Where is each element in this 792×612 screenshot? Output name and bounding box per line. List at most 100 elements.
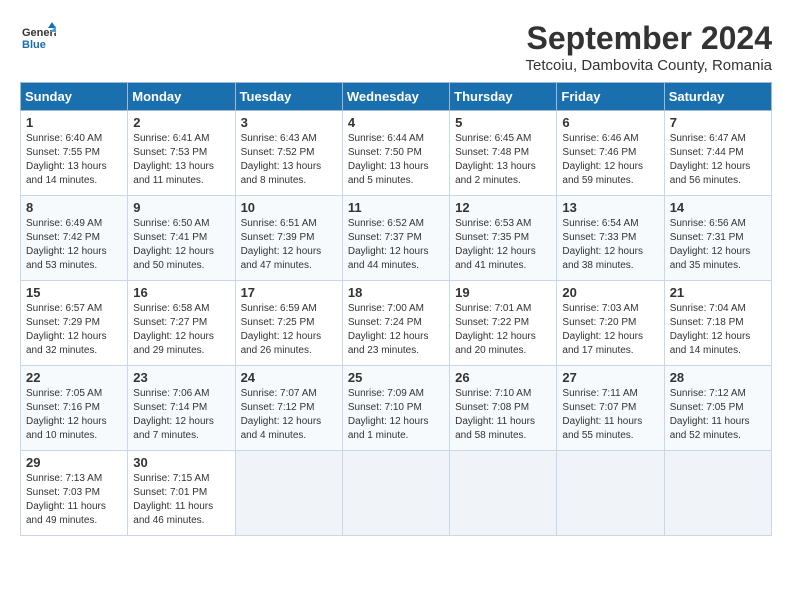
calendar-cell: 3Sunrise: 6:43 AM Sunset: 7:52 PM Daylig…	[235, 111, 342, 196]
day-info: Sunrise: 6:41 AM Sunset: 7:53 PM Dayligh…	[133, 132, 229, 188]
weekday-header-monday: Monday	[128, 83, 235, 111]
day-number: 16	[133, 285, 229, 300]
day-info: Sunrise: 7:06 AM Sunset: 7:14 PM Dayligh…	[133, 387, 229, 443]
svg-text:Blue: Blue	[22, 39, 46, 51]
day-number: 30	[133, 455, 229, 470]
day-info: Sunrise: 6:46 AM Sunset: 7:46 PM Dayligh…	[562, 132, 658, 188]
day-number: 7	[670, 115, 766, 130]
calendar-cell: 6 Sunrise: 6:46 AM Sunset: 7:46 PM Daylig…	[557, 111, 664, 196]
calendar-cell: 9 Sunrise: 6:50 AM Sunset: 7:41 PM Daylig…	[128, 196, 235, 281]
day-number: 10	[241, 200, 337, 215]
day-number: 18	[348, 285, 444, 300]
day-info: Sunrise: 7:12 AM Sunset: 7:05 PM Dayligh…	[670, 387, 766, 443]
calendar-cell: 18 Sunrise: 7:00 AM Sunset: 7:24 PM Dayli…	[342, 281, 449, 366]
day-number: 5	[455, 115, 551, 130]
day-number: 29	[26, 455, 122, 470]
day-info: Sunrise: 6:56 AM Sunset: 7:31 PM Dayligh…	[670, 217, 766, 273]
day-info: Sunrise: 7:13 AM Sunset: 7:03 PM Dayligh…	[26, 472, 122, 528]
weekday-header-sunday: Sunday	[21, 83, 128, 111]
day-info: Sunrise: 6:45 AM Sunset: 7:48 PM Dayligh…	[455, 132, 551, 188]
day-info: Sunrise: 6:47 AM Sunset: 7:44 PM Dayligh…	[670, 132, 766, 188]
calendar-cell	[557, 451, 664, 536]
calendar-cell: 24 Sunrise: 7:07 AM Sunset: 7:12 PM Dayli…	[235, 366, 342, 451]
day-number: 12	[455, 200, 551, 215]
week-row-4: 22 Sunrise: 7:05 AM Sunset: 7:16 PM Dayli…	[21, 366, 772, 451]
calendar-cell: 7 Sunrise: 6:47 AM Sunset: 7:44 PM Daylig…	[664, 111, 771, 196]
day-number: 17	[241, 285, 337, 300]
week-row-5: 29 Sunrise: 7:13 AM Sunset: 7:03 PM Dayli…	[21, 451, 772, 536]
calendar-cell: 27Sunrise: 7:11 AM Sunset: 7:07 PM Dayli…	[557, 366, 664, 451]
day-number: 23	[133, 370, 229, 385]
day-number: 8	[26, 200, 122, 215]
calendar-cell: 30Sunrise: 7:15 AM Sunset: 7:01 PM Dayli…	[128, 451, 235, 536]
logo-icon: General Blue	[20, 20, 56, 56]
calendar-cell: 13 Sunrise: 6:54 AM Sunset: 7:33 PM Dayli…	[557, 196, 664, 281]
day-number: 22	[26, 370, 122, 385]
calendar-table: SundayMondayTuesdayWednesdayThursdayFrid…	[20, 82, 772, 536]
day-info: Sunrise: 6:40 AM Sunset: 7:55 PM Dayligh…	[26, 132, 122, 188]
calendar-cell: 25 Sunrise: 7:09 AM Sunset: 7:10 PM Dayli…	[342, 366, 449, 451]
day-number: 14	[670, 200, 766, 215]
day-info: Sunrise: 7:09 AM Sunset: 7:10 PM Dayligh…	[348, 387, 444, 443]
calendar-cell: 21Sunrise: 7:04 AM Sunset: 7:18 PM Dayli…	[664, 281, 771, 366]
day-number: 15	[26, 285, 122, 300]
calendar-cell: 10 Sunrise: 6:51 AM Sunset: 7:39 PM Dayli…	[235, 196, 342, 281]
calendar-cell: 1 Sunrise: 6:40 AM Sunset: 7:55 PM Daylig…	[21, 111, 128, 196]
day-info: Sunrise: 6:52 AM Sunset: 7:37 PM Dayligh…	[348, 217, 444, 273]
day-info: Sunrise: 7:11 AM Sunset: 7:07 PM Dayligh…	[562, 387, 658, 443]
calendar-cell	[342, 451, 449, 536]
day-number: 9	[133, 200, 229, 215]
week-row-3: 15 Sunrise: 6:57 AM Sunset: 7:29 PM Dayli…	[21, 281, 772, 366]
day-number: 1	[26, 115, 122, 130]
calendar-cell: 5 Sunrise: 6:45 AM Sunset: 7:48 PM Daylig…	[450, 111, 557, 196]
day-info: Sunrise: 6:57 AM Sunset: 7:29 PM Dayligh…	[26, 302, 122, 358]
day-number: 24	[241, 370, 337, 385]
day-info: Sunrise: 7:10 AM Sunset: 7:08 PM Dayligh…	[455, 387, 551, 443]
day-number: 6	[562, 115, 658, 130]
calendar-cell: 23 Sunrise: 7:06 AM Sunset: 7:14 PM Dayli…	[128, 366, 235, 451]
day-info: Sunrise: 7:03 AM Sunset: 7:20 PM Dayligh…	[562, 302, 658, 358]
calendar-cell: 22 Sunrise: 7:05 AM Sunset: 7:16 PM Dayli…	[21, 366, 128, 451]
svg-text:General: General	[22, 27, 56, 39]
logo: General Blue	[20, 20, 56, 56]
day-number: 11	[348, 200, 444, 215]
calendar-cell	[235, 451, 342, 536]
calendar-cell: 19 Sunrise: 7:01 AM Sunset: 7:22 PM Dayli…	[450, 281, 557, 366]
day-number: 21	[670, 285, 766, 300]
day-info: Sunrise: 7:05 AM Sunset: 7:16 PM Dayligh…	[26, 387, 122, 443]
weekday-header-saturday: Saturday	[664, 83, 771, 111]
calendar-cell: 20Sunrise: 7:03 AM Sunset: 7:20 PM Dayli…	[557, 281, 664, 366]
calendar-cell: 12 Sunrise: 6:53 AM Sunset: 7:35 PM Dayli…	[450, 196, 557, 281]
day-info: Sunrise: 6:54 AM Sunset: 7:33 PM Dayligh…	[562, 217, 658, 273]
day-info: Sunrise: 6:43 AM Sunset: 7:52 PM Dayligh…	[241, 132, 337, 188]
calendar-cell: 8Sunrise: 6:49 AM Sunset: 7:42 PM Daylig…	[21, 196, 128, 281]
calendar-cell: 17 Sunrise: 6:59 AM Sunset: 7:25 PM Dayli…	[235, 281, 342, 366]
calendar-cell: 2Sunrise: 6:41 AM Sunset: 7:53 PM Daylig…	[128, 111, 235, 196]
weekday-header-wednesday: Wednesday	[342, 83, 449, 111]
weekday-header-row: SundayMondayTuesdayWednesdayThursdayFrid…	[21, 83, 772, 111]
day-number: 4	[348, 115, 444, 130]
day-info: Sunrise: 7:00 AM Sunset: 7:24 PM Dayligh…	[348, 302, 444, 358]
calendar-cell: 16 Sunrise: 6:58 AM Sunset: 7:27 PM Dayli…	[128, 281, 235, 366]
day-info: Sunrise: 6:59 AM Sunset: 7:25 PM Dayligh…	[241, 302, 337, 358]
weekday-header-tuesday: Tuesday	[235, 83, 342, 111]
day-info: Sunrise: 6:50 AM Sunset: 7:41 PM Dayligh…	[133, 217, 229, 273]
day-number: 25	[348, 370, 444, 385]
day-info: Sunrise: 6:51 AM Sunset: 7:39 PM Dayligh…	[241, 217, 337, 273]
day-info: Sunrise: 6:44 AM Sunset: 7:50 PM Dayligh…	[348, 132, 444, 188]
calendar-cell: 29 Sunrise: 7:13 AM Sunset: 7:03 PM Dayli…	[21, 451, 128, 536]
day-number: 19	[455, 285, 551, 300]
day-info: Sunrise: 7:01 AM Sunset: 7:22 PM Dayligh…	[455, 302, 551, 358]
title-block: September 2024 Tetcoiu, Dambovita County…	[525, 20, 772, 74]
day-info: Sunrise: 6:53 AM Sunset: 7:35 PM Dayligh…	[455, 217, 551, 273]
calendar-cell	[664, 451, 771, 536]
day-info: Sunrise: 6:58 AM Sunset: 7:27 PM Dayligh…	[133, 302, 229, 358]
day-number: 28	[670, 370, 766, 385]
week-row-2: 8Sunrise: 6:49 AM Sunset: 7:42 PM Daylig…	[21, 196, 772, 281]
day-info: Sunrise: 7:07 AM Sunset: 7:12 PM Dayligh…	[241, 387, 337, 443]
calendar-cell: 26Sunrise: 7:10 AM Sunset: 7:08 PM Dayli…	[450, 366, 557, 451]
week-row-1: 1 Sunrise: 6:40 AM Sunset: 7:55 PM Daylig…	[21, 111, 772, 196]
calendar-cell: 11 Sunrise: 6:52 AM Sunset: 7:37 PM Dayli…	[342, 196, 449, 281]
day-number: 13	[562, 200, 658, 215]
calendar-cell: 4 Sunrise: 6:44 AM Sunset: 7:50 PM Daylig…	[342, 111, 449, 196]
